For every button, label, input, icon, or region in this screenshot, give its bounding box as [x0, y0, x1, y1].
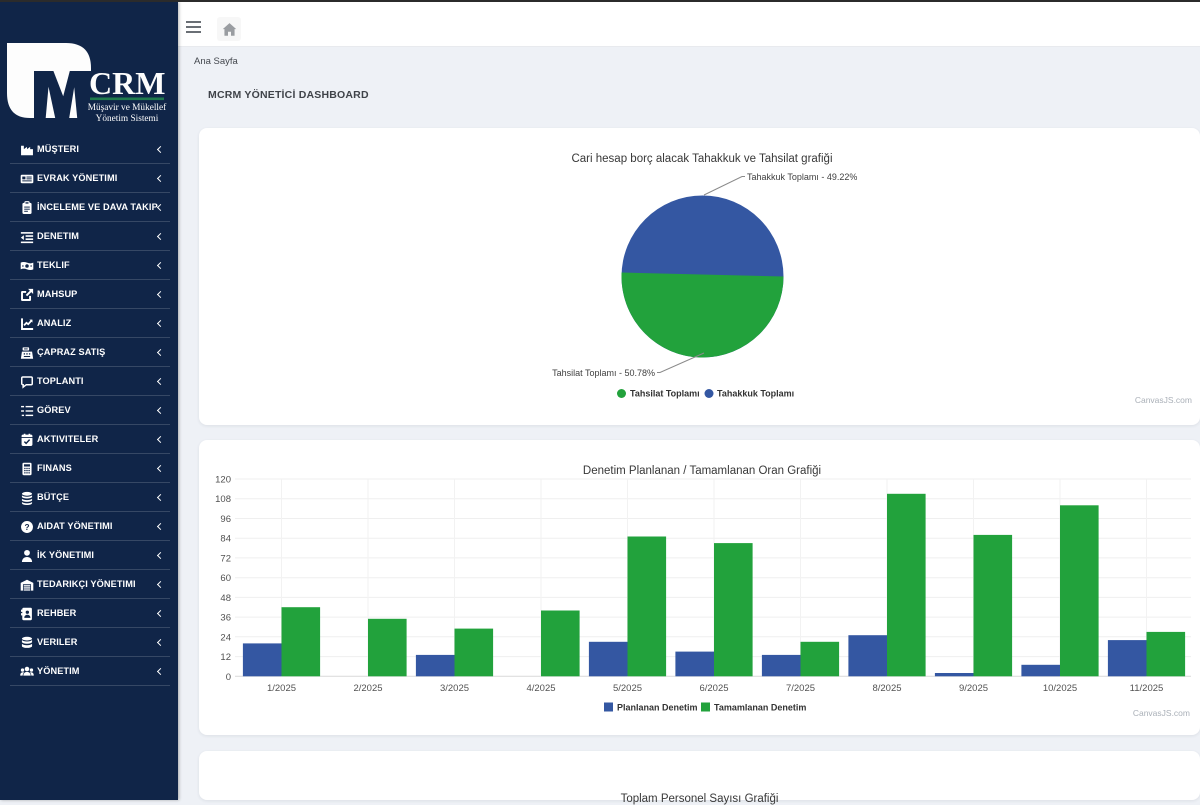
svg-text:8/2025: 8/2025 — [872, 683, 901, 694]
svg-text:?: ? — [24, 521, 29, 531]
svg-text:24: 24 — [220, 632, 231, 643]
svg-text:5/2025: 5/2025 — [613, 683, 642, 694]
svg-text:96: 96 — [220, 514, 231, 525]
svg-text:Tahsilat Toplamı - 50.78%: Tahsilat Toplamı - 50.78% — [552, 368, 655, 378]
svg-text:Tahakkuk Toplamı: Tahakkuk Toplamı — [717, 389, 794, 399]
svg-text:60: 60 — [220, 573, 231, 584]
svg-text:Tamamlanan Denetim: Tamamlanan Denetim — [714, 703, 806, 713]
svg-text:Denetim Planlanan / Tamamlanan: Denetim Planlanan / Tamamlanan Oran Graf… — [583, 465, 821, 477]
svg-text:3/2025: 3/2025 — [440, 683, 469, 694]
svg-text:Planlanan Denetim: Planlanan Denetim — [617, 703, 698, 713]
svg-text:Yönetim Sistemi: Yönetim Sistemi — [96, 114, 159, 124]
svg-text:84: 84 — [220, 534, 231, 545]
svg-text:120: 120 — [215, 475, 231, 486]
svg-text:0: 0 — [226, 672, 231, 683]
svg-text:2/2025: 2/2025 — [353, 683, 382, 694]
svg-text:36: 36 — [220, 613, 231, 624]
svg-text:Tahakkuk Toplamı - 49.22%: Tahakkuk Toplamı - 49.22% — [747, 172, 857, 182]
svg-text:CanvasJS.com: CanvasJS.com — [1135, 395, 1192, 405]
svg-text:11/2025: 11/2025 — [1130, 683, 1164, 694]
svg-text:1/2025: 1/2025 — [267, 683, 296, 694]
svg-text:12: 12 — [220, 652, 231, 663]
svg-text:Müşavir ve Mükellef: Müşavir ve Mükellef — [88, 102, 167, 113]
svg-text:6/2025: 6/2025 — [699, 683, 728, 694]
svg-text:4/2025: 4/2025 — [526, 683, 555, 694]
svg-text:7/2025: 7/2025 — [786, 683, 815, 694]
svg-text:CRM: CRM — [89, 65, 165, 101]
svg-text:48: 48 — [220, 593, 231, 604]
svg-text:9/2025: 9/2025 — [959, 683, 988, 694]
svg-text:72: 72 — [220, 553, 231, 564]
svg-text:Cari hesap borç alacak Tahakku: Cari hesap borç alacak Tahakkuk ve Tahsi… — [571, 153, 832, 165]
svg-text:10/2025: 10/2025 — [1043, 683, 1077, 694]
svg-text:Tahsilat Toplamı: Tahsilat Toplamı — [630, 389, 700, 399]
svg-text:CanvasJS.com: CanvasJS.com — [1133, 708, 1190, 718]
svg-text:108: 108 — [215, 494, 231, 505]
